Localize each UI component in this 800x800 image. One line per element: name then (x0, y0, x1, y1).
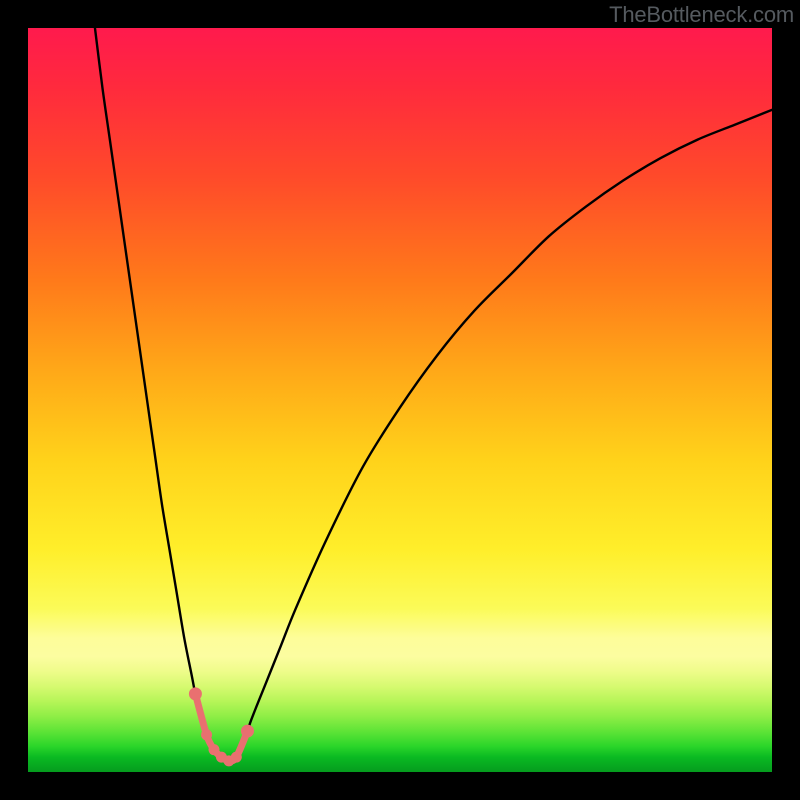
highlight-dots (189, 687, 254, 766)
highlight-segment (195, 694, 247, 761)
bottleneck-curve (95, 28, 772, 761)
highlight-dot (189, 687, 202, 700)
watermark-text: TheBottleneck.com (609, 2, 794, 28)
highlight-dot (231, 752, 242, 763)
chart-frame: TheBottleneck.com (0, 0, 800, 800)
plot-area (28, 28, 772, 772)
highlight-dot (241, 725, 254, 738)
curve-svg (28, 28, 772, 772)
highlight-dot (201, 729, 212, 740)
